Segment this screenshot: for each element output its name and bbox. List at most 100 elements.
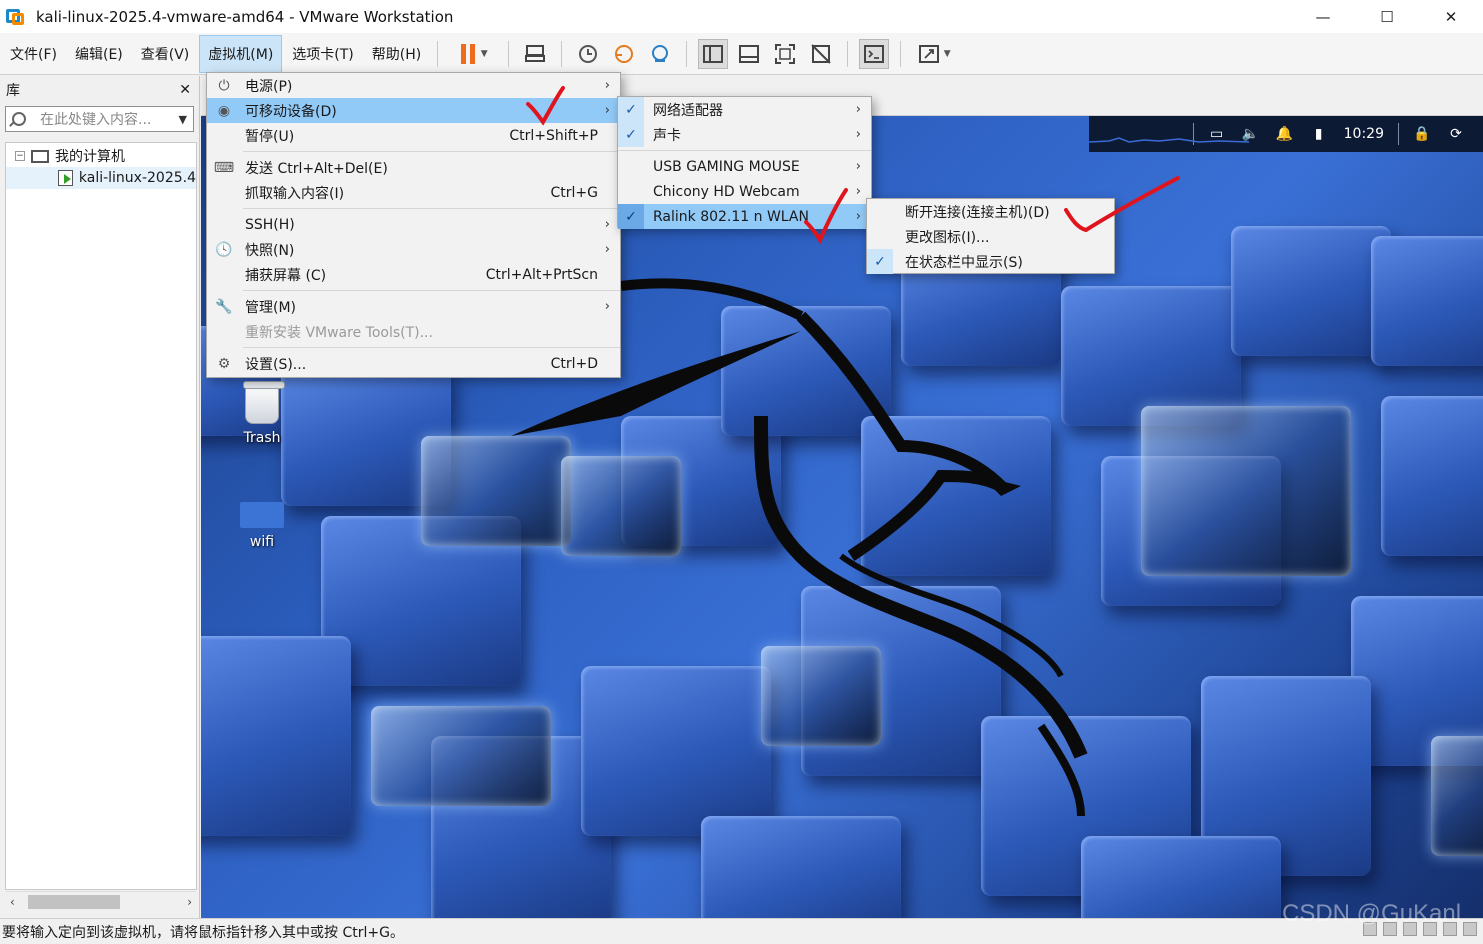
chevron-down-icon: ▼ xyxy=(943,48,951,59)
library-horizontal-scrollbar[interactable]: ‹ › xyxy=(6,891,196,911)
submenu-arrow-icon: › xyxy=(855,102,861,117)
power-refresh-icon[interactable]: ⟳ xyxy=(1448,126,1464,142)
menu-item-capture-screen[interactable]: 捕获屏幕 (C) Ctrl+Alt+PrtScn xyxy=(207,262,620,287)
title-bar: kali-linux-2025.4-vmware-amd64 - VMware … xyxy=(0,0,1483,33)
menu-view[interactable]: 查看(V) xyxy=(133,36,198,72)
wrench-icon: 🔧 xyxy=(215,298,233,315)
desktop-icon-wifi[interactable]: wifi xyxy=(227,502,297,550)
menu-item-power[interactable]: ⏻ 电源(P) › xyxy=(207,73,620,98)
search-icon xyxy=(12,112,26,126)
fullscreen-icon xyxy=(775,43,796,64)
menu-item-webcam[interactable]: Chicony HD Webcam › xyxy=(618,179,871,204)
toolbar-separator xyxy=(437,40,439,67)
checkmark-icon: ✓ xyxy=(618,97,644,122)
maximize-button[interactable]: ☐ xyxy=(1355,0,1419,33)
library-title: 库 xyxy=(6,83,20,99)
guest-clock[interactable]: 10:29 xyxy=(1344,126,1384,142)
submenu-arrow-icon: › xyxy=(604,299,610,314)
menu-tabs[interactable]: 选项卡(T) xyxy=(284,36,361,72)
menu-item-network-adapter[interactable]: ✓ 网络适配器 › xyxy=(618,97,871,122)
pause-button[interactable]: ▼ xyxy=(449,39,497,69)
menu-item-removable-devices[interactable]: ◉ 可移动设备(D) › xyxy=(207,98,620,123)
menu-item-show-in-statusbar[interactable]: ✓ 在状态栏中显示(S) xyxy=(867,249,1114,274)
menu-file[interactable]: 文件(F) xyxy=(2,36,65,72)
display-status-icon[interactable] xyxy=(1463,922,1477,936)
desktop-icon-label: wifi xyxy=(249,534,275,550)
power-icon: ⏻ xyxy=(218,77,230,94)
trash-icon xyxy=(243,381,285,424)
submenu-arrow-icon: › xyxy=(604,78,610,93)
tree-node-vm[interactable]: kali-linux-2025.4 xyxy=(6,167,196,189)
library-tree: − 我的计算机 kali-linux-2025.4 xyxy=(5,142,197,890)
checkmark-icon: ✓ xyxy=(618,122,644,147)
snapshot-icon: 🕓 xyxy=(215,241,233,258)
menu-item-ralink-wlan[interactable]: ✓ Ralink 802.11 n WLAN › xyxy=(618,204,871,229)
checkmark-icon: ✓ xyxy=(618,204,644,229)
status-text: 要将输入定向到该虚拟机，请将鼠标指针移入其中或按 Ctrl+G。 xyxy=(2,924,404,941)
snapshot-clock-icon xyxy=(579,44,598,63)
vm-menu: ⏻ 电源(P) › ◉ 可移动设备(D) › 暂停(U) Ctrl+Shift+… xyxy=(206,72,621,378)
vm-running-icon xyxy=(58,170,73,186)
menu-item-manage[interactable]: 🔧 管理(M) › xyxy=(207,294,620,319)
desktop-icon-trash[interactable]: Trash xyxy=(227,381,297,446)
battery-icon[interactable]: ▮ xyxy=(1311,126,1327,142)
guest-top-panel: ▭ 🔈 🔔 ▮ 10:29 🔒 ⟳ xyxy=(1089,116,1483,152)
tree-node-label: 我的计算机 xyxy=(55,149,125,165)
menu-item-ssh[interactable]: SSH(H) › xyxy=(207,212,620,237)
submenu-arrow-icon: › xyxy=(855,209,861,224)
stretch-icon xyxy=(918,44,939,63)
devices-icon: ◉ xyxy=(217,102,231,119)
notification-bell-icon[interactable]: 🔔 xyxy=(1276,126,1293,142)
status-bar: 要将输入定向到该虚拟机，请将鼠标指针移入其中或按 Ctrl+G。 xyxy=(0,918,1483,944)
menu-item-send-ctrl-alt-del[interactable]: ⌨ 发送 Ctrl+Alt+Del(E) xyxy=(207,155,620,180)
menu-item-usb-mouse[interactable]: USB GAMING MOUSE › xyxy=(618,154,871,179)
library-search-input[interactable]: 在此处键入内容... ▼ xyxy=(5,106,194,132)
snapshot-manager-button[interactable] xyxy=(645,39,675,69)
snapshot-manager-icon xyxy=(652,44,669,62)
menu-edit[interactable]: 编辑(E) xyxy=(67,36,131,72)
tree-node-label: kali-linux-2025.4 xyxy=(78,170,196,186)
console-view-button[interactable] xyxy=(859,38,890,69)
removable-devices-submenu: ✓ 网络适配器 › ✓ 声卡 › USB GAMING MOUSE › Chic… xyxy=(617,96,872,229)
watermark: CSDN @GuKanl xyxy=(1282,900,1462,927)
submenu-arrow-icon: › xyxy=(604,242,610,257)
menu-vm[interactable]: 虚拟机(M) xyxy=(199,34,283,73)
show-thumbnail-bar-button[interactable] xyxy=(734,39,764,69)
menu-item-snapshot[interactable]: 🕓 快照(N) › xyxy=(207,237,620,262)
submenu-arrow-icon: › xyxy=(604,217,610,232)
send-keys-icon: ⌨ xyxy=(213,159,235,176)
menu-bar: 文件(F) 编辑(E) 查看(V) 虚拟机(M) 选项卡(T) 帮助(H) ▼ … xyxy=(0,33,1483,75)
lock-icon[interactable]: 🔒 xyxy=(1413,126,1430,142)
scrollbar-thumb[interactable] xyxy=(28,895,120,909)
take-snapshot-button[interactable] xyxy=(573,39,603,69)
unity-mode-button[interactable] xyxy=(806,39,836,69)
stretch-guest-button[interactable]: ▼ xyxy=(912,39,956,69)
menu-item-disconnect[interactable]: 断开连接(连接主机)(D) xyxy=(867,199,1114,224)
menu-item-pause[interactable]: 暂停(U) Ctrl+Shift+P xyxy=(207,123,620,148)
shortcut-label: Ctrl+D xyxy=(550,355,598,372)
submenu-arrow-icon: › xyxy=(855,127,861,142)
submenu-arrow-icon: › xyxy=(855,159,861,174)
send-keys-icon xyxy=(525,44,546,62)
scroll-right-icon[interactable]: › xyxy=(187,895,192,909)
window-title: kali-linux-2025.4-vmware-amd64 - VMware … xyxy=(36,7,454,26)
collapse-toggle-icon[interactable]: − xyxy=(15,151,25,161)
revert-snapshot-button[interactable] xyxy=(609,39,639,69)
unity-icon xyxy=(811,43,831,64)
tree-node-my-computer[interactable]: − 我的计算机 xyxy=(6,145,196,167)
minimize-button[interactable]: — xyxy=(1291,0,1355,33)
folder-icon xyxy=(240,502,284,528)
shortcut-label: Ctrl+Alt+PrtScn xyxy=(485,266,598,283)
full-screen-button[interactable] xyxy=(770,39,800,69)
scroll-left-icon[interactable]: ‹ xyxy=(10,895,15,909)
menu-item-change-icon[interactable]: 更改图标(I)... xyxy=(867,224,1114,249)
close-button[interactable]: ✕ xyxy=(1419,0,1483,33)
chevron-down-icon[interactable]: ▼ xyxy=(179,113,187,126)
library-close-icon[interactable]: ✕ xyxy=(179,82,191,98)
menu-help[interactable]: 帮助(H) xyxy=(364,36,429,72)
menu-item-grab-input[interactable]: 抓取输入内容(I) Ctrl+G xyxy=(207,180,620,205)
show-library-button[interactable] xyxy=(698,38,729,69)
send-ctrl-alt-del-button[interactable] xyxy=(520,39,550,69)
menu-item-sound-card[interactable]: ✓ 声卡 › xyxy=(618,122,871,147)
menu-item-settings[interactable]: ⚙ 设置(S)... Ctrl+D xyxy=(207,351,620,376)
